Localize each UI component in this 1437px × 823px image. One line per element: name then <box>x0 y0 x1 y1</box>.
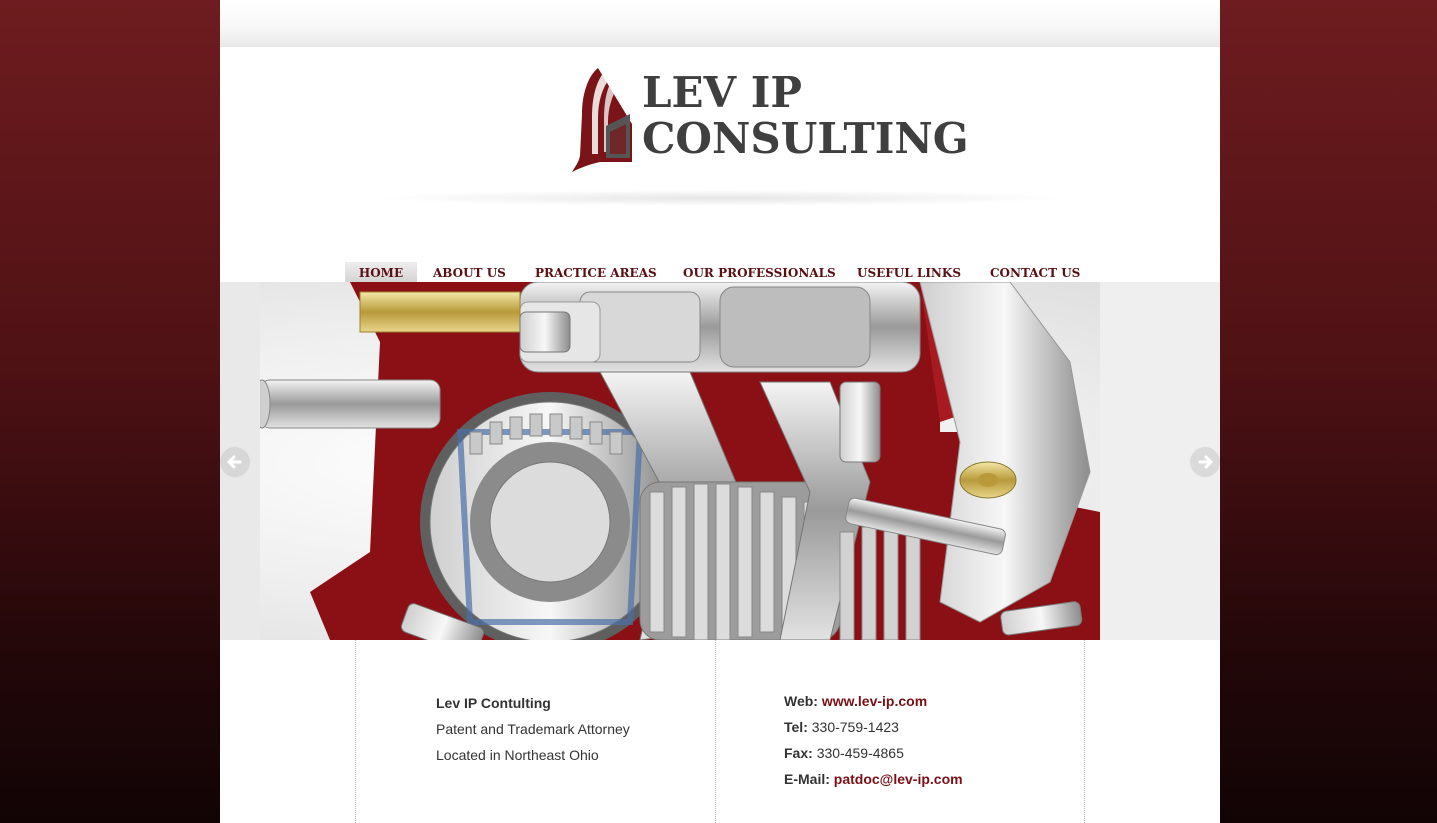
arrow-left-icon <box>226 455 242 469</box>
nav-practice-areas[interactable]: PRACTICE AREAS <box>535 262 657 282</box>
company-location: Located in Northeast Ohio <box>436 747 599 763</box>
hero-slider <box>220 282 1220 640</box>
logo-line-1: LEV IP <box>642 68 802 117</box>
web-link[interactable]: www.lev-ip.com <box>822 693 927 709</box>
tel-row: Tel: 330-759-1423 <box>784 716 963 742</box>
top-bar <box>220 0 1220 47</box>
fax-row: Fax: 330-459-4865 <box>784 742 963 768</box>
email-link[interactable]: patdoc@lev-ip.com <box>834 771 963 787</box>
company-name: Lev IP Contulting <box>436 695 551 711</box>
slider-prev-button[interactable] <box>220 447 250 477</box>
nav-useful-links[interactable]: USEFUL LINKS <box>857 262 961 282</box>
slider-next-button[interactable] <box>1190 447 1220 477</box>
logo-line-2: CONSULTING <box>642 114 969 163</box>
footer-company-info: Lev IP Contulting Patent and Trademark A… <box>436 692 630 770</box>
gearbox-image <box>220 282 1220 640</box>
page-container: LEV IP CONSULTING HOME ABOUT US PRACTICE… <box>220 0 1220 823</box>
web-label: Web: <box>784 693 818 709</box>
fax-label: Fax: <box>784 745 813 761</box>
footer-divider <box>715 640 716 823</box>
main-nav: HOME ABOUT US PRACTICE AREAS OUR PROFESS… <box>345 262 1095 282</box>
nav-contact-us[interactable]: CONTACT US <box>990 262 1080 282</box>
tel-label: Tel: <box>784 719 808 735</box>
nav-home[interactable]: HOME <box>345 262 417 282</box>
nav-about-us[interactable]: ABOUT US <box>433 262 506 282</box>
logo-text[interactable]: LEV IP CONSULTING <box>642 70 969 162</box>
email-label: E-Mail: <box>784 771 830 787</box>
logo-mark-icon <box>572 68 632 172</box>
arrow-right-icon <box>1198 455 1214 469</box>
web-row: Web: www.lev-ip.com <box>784 690 963 716</box>
nav-our-professionals[interactable]: OUR PROFESSIONALS <box>683 262 836 282</box>
email-row: E-Mail: patdoc@lev-ip.com <box>784 768 963 794</box>
logo-shadow <box>370 190 1070 206</box>
tel-value: 330-759-1423 <box>811 719 899 735</box>
footer-contact-info: Web: www.lev-ip.com Tel: 330-759-1423 Fa… <box>784 690 963 794</box>
company-tagline: Patent and Trademark Attorney <box>436 721 630 737</box>
fax-value: 330-459-4865 <box>816 745 904 761</box>
